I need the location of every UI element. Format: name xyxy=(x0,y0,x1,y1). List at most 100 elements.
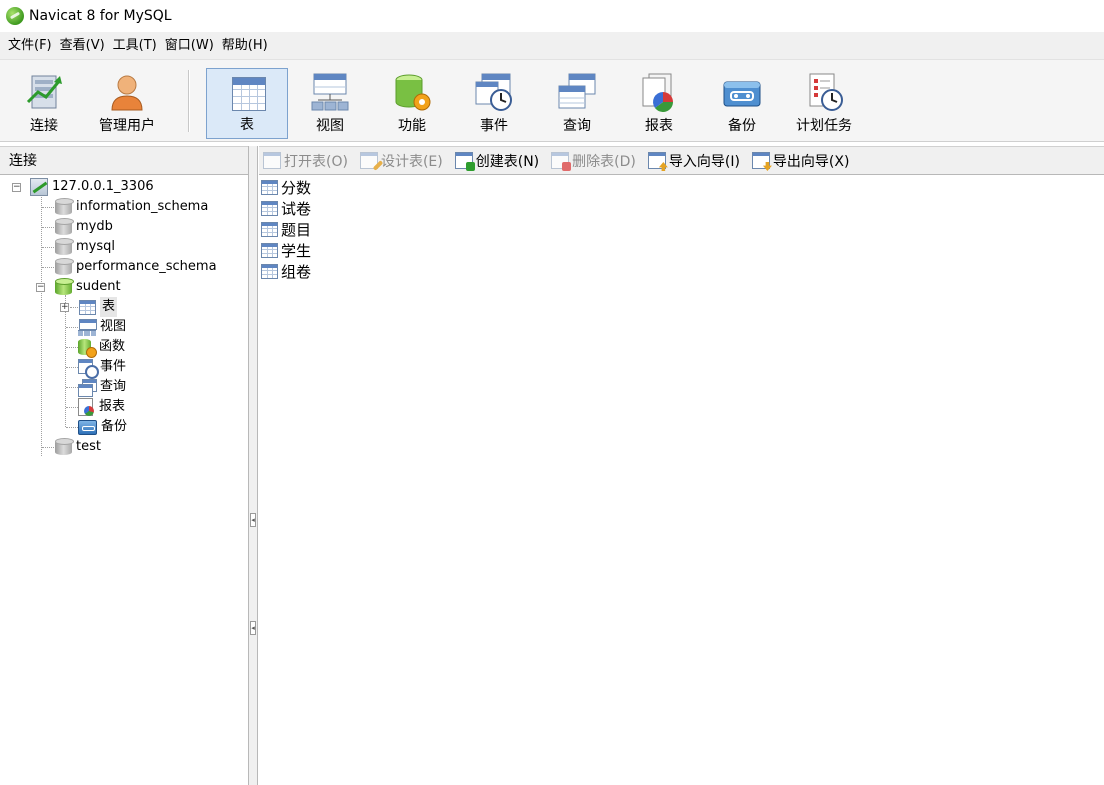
view-icon xyxy=(311,73,349,111)
toolbar-separator xyxy=(188,70,190,132)
collapse-left-icon[interactable]: ◂ xyxy=(250,621,256,635)
table-icon xyxy=(79,299,96,315)
open-table-label: 打开表(O) xyxy=(284,153,348,170)
toolbar-schedule-label: 计划任务 xyxy=(796,118,852,134)
design-table-button[interactable]: 设计表(E) xyxy=(359,150,443,172)
menu-help[interactable]: 帮助(H) xyxy=(218,34,272,58)
database-icon xyxy=(55,238,74,256)
event-icon xyxy=(475,73,512,111)
database-icon xyxy=(55,438,74,456)
table-icon xyxy=(261,201,278,216)
list-item[interactable]: 试卷 xyxy=(261,198,311,219)
export-wizard-label: 导出向导(X) xyxy=(772,153,850,170)
tree-database-label: sudent xyxy=(76,279,121,294)
tree-database-node[interactable]: mydb xyxy=(55,217,113,237)
menu-view[interactable]: 查看(V) xyxy=(56,34,109,58)
create-table-label: 创建表(N) xyxy=(475,153,540,170)
delete-table-label: 删除表(D) xyxy=(572,153,636,170)
tree-database-node[interactable]: mysql xyxy=(55,237,115,257)
tree-queries-label: 查询 xyxy=(100,379,127,394)
tree-guide-line xyxy=(41,194,42,456)
menu-tools[interactable]: 工具(T) xyxy=(109,34,161,58)
open-table-button[interactable]: 打开表(O) xyxy=(263,150,348,172)
panel-splitter[interactable]: ◂ ◂ xyxy=(249,146,258,785)
toolbar-query-button[interactable]: 查询 xyxy=(536,68,618,139)
tree-reports-node[interactable]: 报表 xyxy=(78,397,125,417)
menu-window[interactable]: 窗口(W) xyxy=(161,34,218,58)
tree-backups-node[interactable]: 备份 xyxy=(78,417,127,437)
toolbar-report-button[interactable]: 报表 xyxy=(618,68,700,139)
toolbar-table-label: 表 xyxy=(240,117,254,133)
tree-connection-node[interactable]: 127.0.0.1_3306 xyxy=(30,177,154,197)
tree-events-label: 事件 xyxy=(100,359,127,374)
collapse-database-toggle[interactable]: − xyxy=(36,283,45,292)
user-icon xyxy=(111,75,143,111)
toolbar-table-button[interactable]: 表 xyxy=(206,68,288,139)
list-item[interactable]: 组卷 xyxy=(261,261,311,282)
tree-views-node[interactable]: 视图 xyxy=(78,317,126,337)
tree-functions-node[interactable]: 函数 xyxy=(78,337,126,358)
connection-panel-header: 连接 xyxy=(0,146,248,175)
create-table-icon xyxy=(454,152,475,171)
toolbar-function-label: 功能 xyxy=(398,118,426,134)
list-item[interactable]: 题目 xyxy=(261,219,311,240)
tree-database-node[interactable]: test xyxy=(55,437,101,457)
export-icon xyxy=(751,152,772,171)
tree-queries-node[interactable]: 查询 xyxy=(78,377,126,397)
tree-database-label: test xyxy=(76,439,101,454)
function-icon xyxy=(395,74,431,111)
database-icon xyxy=(55,218,74,236)
toolbar-function-button[interactable]: 功能 xyxy=(371,68,453,139)
tree-tables-node[interactable]: 表 xyxy=(79,297,118,317)
menu-file[interactable]: 文件(F) xyxy=(4,34,56,58)
query-icon xyxy=(558,73,596,109)
toolbar-view-label: 视图 xyxy=(316,118,344,134)
design-table-label: 设计表(E) xyxy=(380,153,443,170)
import-icon xyxy=(647,152,668,171)
report-icon xyxy=(642,73,673,112)
tree-functions-label: 函数 xyxy=(99,339,126,354)
table-icon xyxy=(228,73,268,113)
table-name: 分数 xyxy=(281,179,312,197)
function-icon xyxy=(78,338,97,358)
collapse-connection-toggle[interactable]: − xyxy=(12,183,21,192)
toolbar-backup-label: 备份 xyxy=(728,118,756,134)
database-icon xyxy=(55,198,74,216)
tree-connection-label: 127.0.0.1_3306 xyxy=(52,179,154,194)
list-item[interactable]: 分数 xyxy=(261,177,311,198)
list-item[interactable]: 学生 xyxy=(261,240,311,261)
schedule-icon xyxy=(809,73,843,111)
expand-tables-toggle[interactable]: + xyxy=(60,303,69,312)
table-name: 题目 xyxy=(281,221,312,239)
tree-database-label: performance_schema xyxy=(76,259,217,274)
tree-database-node[interactable]: information_schema xyxy=(55,197,208,217)
tree-events-node[interactable]: 事件 xyxy=(78,357,127,379)
toolbar-manage-users-button[interactable]: 管理用户 xyxy=(86,68,168,139)
export-wizard-button[interactable]: 导出向导(X) xyxy=(751,150,850,172)
toolbar-view-button[interactable]: 视图 xyxy=(289,68,371,139)
title-bar: Navicat 8 for MySQL xyxy=(0,0,1104,32)
connection-icon xyxy=(30,178,48,196)
toolbar-event-label: 事件 xyxy=(480,118,508,134)
tree-database-label: mysql xyxy=(76,239,115,254)
toolbar-schedule-button[interactable]: 计划任务 xyxy=(783,68,865,139)
backup-icon xyxy=(723,81,761,107)
table-icon xyxy=(261,180,278,195)
tree-database-node-open[interactable]: sudent xyxy=(55,277,121,297)
object-panel: 打开表(O) 设计表(E) 创建表(N) 删除表(D) 导入向导(I) 导出向导… xyxy=(259,146,1104,785)
import-wizard-button[interactable]: 导入向导(I) xyxy=(647,150,740,172)
backup-icon xyxy=(78,419,97,435)
collapse-left-icon[interactable]: ◂ xyxy=(250,513,256,527)
tree-reports-label: 报表 xyxy=(99,399,126,414)
tree-database-node[interactable]: performance_schema xyxy=(55,257,217,277)
tree-database-label: mydb xyxy=(76,219,113,234)
connection-panel: 连接 − 127.0.0.1_3306 information_schema m… xyxy=(0,146,249,785)
create-table-button[interactable]: 创建表(N) xyxy=(454,150,540,172)
toolbar-connect-button[interactable]: 连接 xyxy=(3,68,85,139)
toolbar-manage-users-label: 管理用户 xyxy=(99,118,155,134)
toolbar-event-button[interactable]: 事件 xyxy=(453,68,535,139)
database-open-icon xyxy=(55,278,74,296)
toolbar-backup-button[interactable]: 备份 xyxy=(701,68,783,139)
delete-table-button[interactable]: 删除表(D) xyxy=(551,150,636,172)
event-icon xyxy=(78,358,99,379)
